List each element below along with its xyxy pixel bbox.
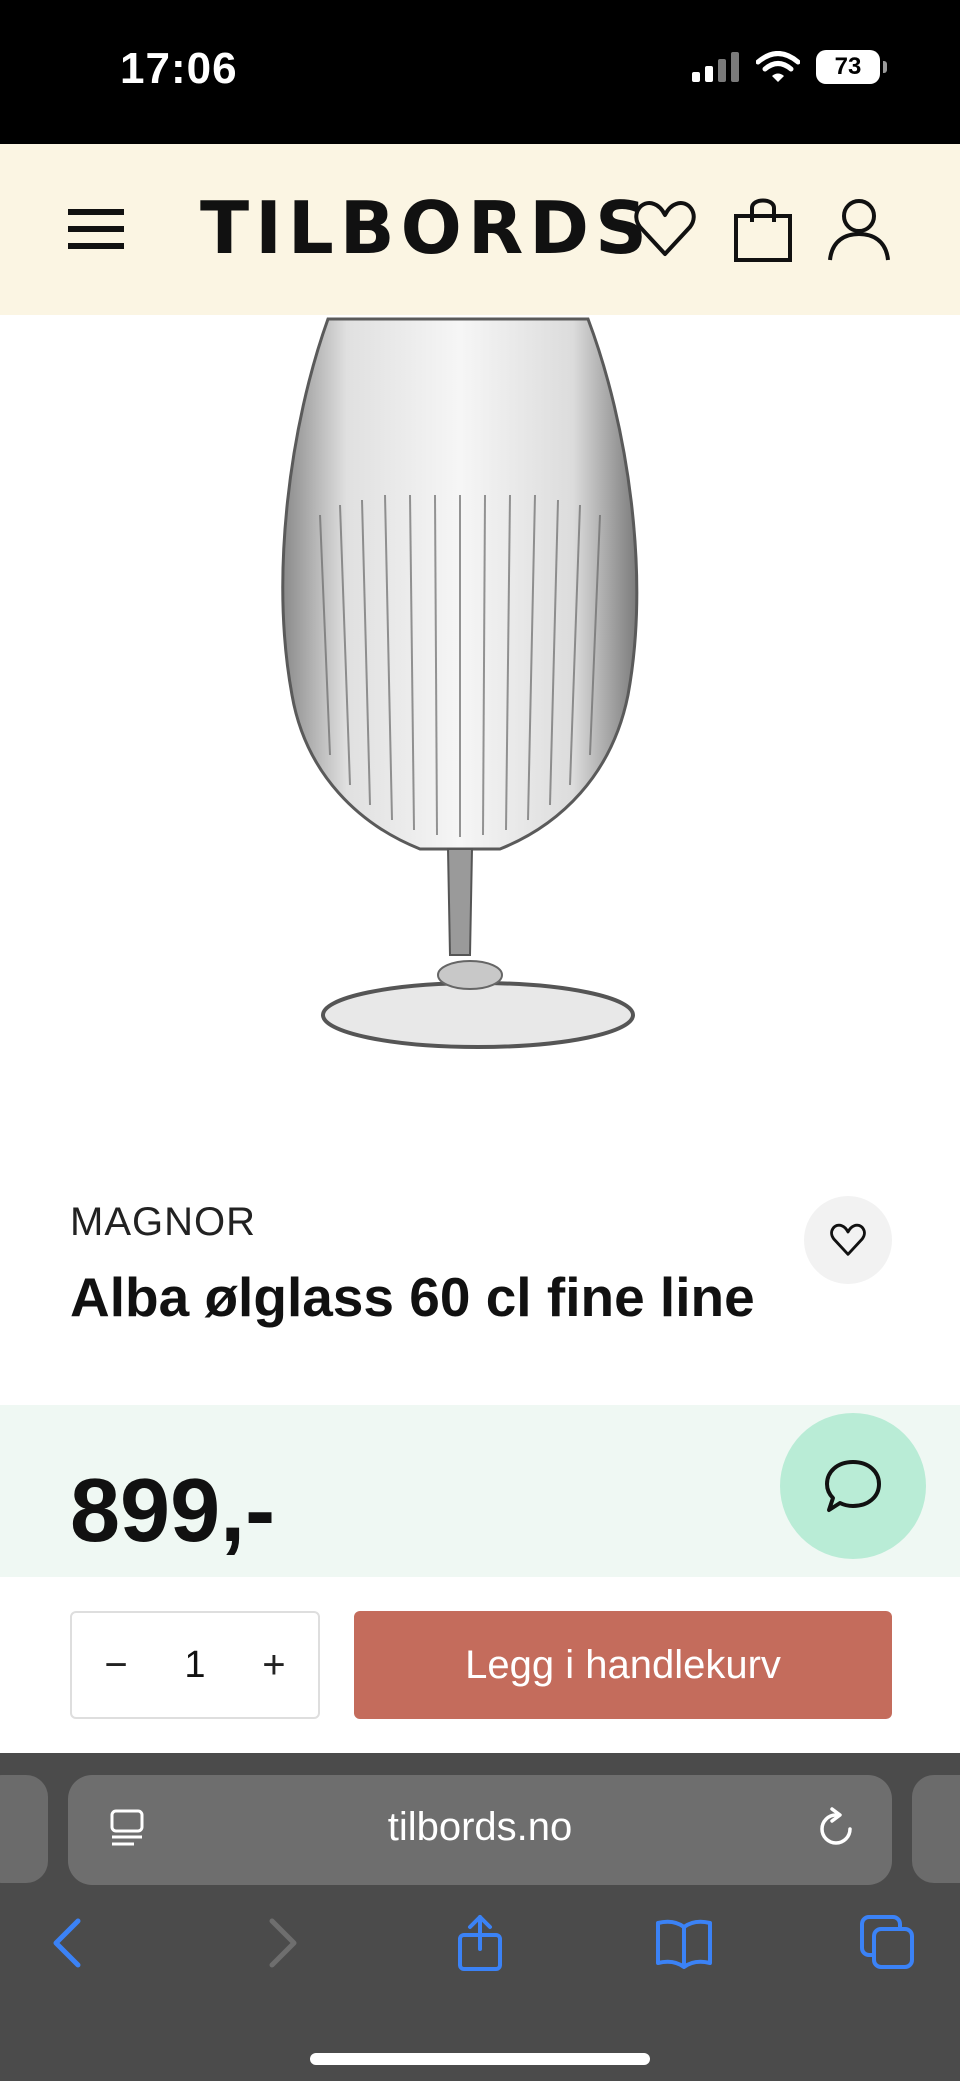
chat-bubble-icon <box>825 1460 881 1512</box>
share-icon[interactable] <box>450 1913 510 1973</box>
wifi-icon <box>756 51 800 82</box>
back-icon[interactable] <box>40 1913 100 1973</box>
product-image[interactable] <box>0 315 960 1145</box>
add-to-cart-button[interactable]: Legg i handlekurv <box>354 1611 892 1719</box>
product-title: Alba ølglass 60 cl fine line <box>70 1266 755 1328</box>
url-text[interactable]: tilbords.no <box>68 1805 892 1850</box>
previous-tab-preview[interactable] <box>0 1775 48 1883</box>
reload-icon[interactable] <box>814 1807 858 1851</box>
menu-icon[interactable] <box>68 201 124 257</box>
glass-icon <box>281 317 639 1049</box>
quantity-increase-button[interactable]: + <box>254 1643 294 1688</box>
status-time: 17:06 <box>120 44 238 93</box>
heart-icon[interactable] <box>632 194 698 264</box>
site-logo[interactable]: TILBORDS <box>200 178 653 278</box>
quantity-stepper: − 1 + <box>70 1611 320 1719</box>
status-bar: 17:06 73 <box>0 0 960 144</box>
add-to-wishlist-button[interactable] <box>804 1196 892 1284</box>
site-header: TILBORDS <box>0 144 960 315</box>
chat-button[interactable] <box>780 1413 926 1559</box>
quantity-value[interactable]: 1 <box>184 1644 205 1687</box>
product-brand[interactable]: MAGNOR <box>70 1200 256 1245</box>
shopping-bag-icon[interactable] <box>730 194 796 264</box>
signal-icon <box>692 52 739 82</box>
heart-icon <box>830 1223 866 1256</box>
battery-indicator: 73 <box>816 50 887 84</box>
product-price: 899,- <box>70 1461 276 1561</box>
bookmarks-icon[interactable] <box>654 1913 714 1973</box>
home-indicator <box>310 2053 650 2065</box>
status-indicators: 73 <box>692 50 887 84</box>
tabs-icon[interactable] <box>858 1913 918 1973</box>
user-icon[interactable] <box>826 194 892 264</box>
next-tab-preview[interactable] <box>912 1775 960 1883</box>
browser-toolbar: tilbords.no <box>0 1753 960 2081</box>
quantity-decrease-button[interactable]: − <box>96 1643 136 1688</box>
forward-icon[interactable] <box>250 1913 310 1973</box>
address-bar[interactable]: tilbords.no <box>68 1775 892 1885</box>
